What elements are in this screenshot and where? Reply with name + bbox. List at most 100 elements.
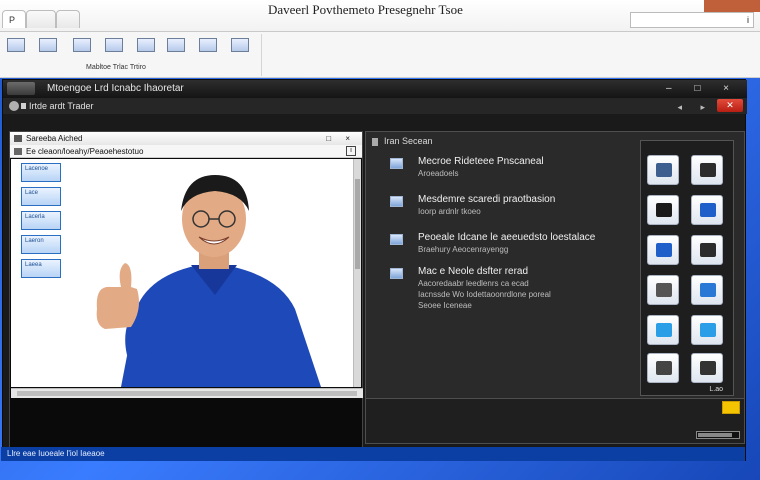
tile-glyph <box>700 243 716 257</box>
feature-icon <box>390 234 403 245</box>
status-text: Llre eae Iuoeale l'iol Iaeaoe <box>7 449 105 458</box>
secondary-toolbar: Irtde ardt Trader ◂ ▸ ✕ <box>3 98 747 114</box>
feature-heading: Mesdemre scaredi praotbasion <box>418 194 556 205</box>
face-tile-icon[interactable] <box>691 353 723 383</box>
tile-glyph <box>656 323 672 337</box>
app-icon-grid: L.ao <box>640 140 734 396</box>
tile-glyph <box>700 283 716 297</box>
slide-thumbnail[interactable]: Laeea <box>21 259 61 278</box>
progress-fill <box>698 433 732 437</box>
ie-tile-icon[interactable] <box>647 315 679 345</box>
ribbon-button-6[interactable] <box>164 38 188 72</box>
network-tile-icon[interactable] <box>647 235 679 265</box>
vertical-scrollbar[interactable] <box>353 159 361 387</box>
tile-glyph <box>656 163 672 177</box>
features-title: Iran Secean <box>372 136 433 146</box>
feature-heading: Peoeale Idcane le aeeuedsto loestalace <box>418 232 596 243</box>
tile-glyph <box>700 361 716 375</box>
sticky-note-icon[interactable] <box>722 401 740 414</box>
book-tile-icon[interactable] <box>647 195 679 225</box>
features-title-text: Iran Secean <box>384 136 433 146</box>
scroll-thumb[interactable] <box>355 179 360 269</box>
ribbon-button-7[interactable] <box>196 38 220 72</box>
record-icon[interactable] <box>9 101 19 111</box>
printer-tile-icon[interactable] <box>691 155 723 185</box>
ribbon-button-1[interactable] <box>4 38 28 72</box>
tab-1-label: P <box>9 15 16 25</box>
window-tile-icon[interactable] <box>691 275 723 305</box>
top-right-field[interactable]: i <box>630 12 754 28</box>
windows-tile-icon[interactable] <box>691 195 723 225</box>
feature-sub: Iacnssde Wo Iodettaoonrdlone poreal <box>418 290 551 299</box>
window-controls[interactable]: – □ × <box>666 80 739 98</box>
ribbon: Mabltoe Trlac Trtiro <box>0 32 760 78</box>
chart-icon <box>105 38 123 52</box>
grid-caption: L.ao <box>709 386 723 393</box>
media-icon <box>137 38 155 52</box>
slide-icon <box>7 38 25 52</box>
slide-canvas[interactable]: Lacenoe Lace Lacerla Laeron Laeea <box>11 159 353 387</box>
image-tile-icon[interactable] <box>647 155 679 185</box>
preview-title-bar: Sareeba Aiched □ × <box>10 132 362 145</box>
tile-glyph <box>700 323 716 337</box>
main-header-title: Mtoengoe Lrd Icnabc Ihaoretar <box>47 83 184 94</box>
window-accent-button[interactable] <box>704 0 760 12</box>
slide-preview-panel: Sareeba Aiched □ × Ee cleaon/loeahy/Peao… <box>9 131 363 457</box>
tab-3[interactable] <box>56 10 80 28</box>
document-icon <box>14 148 22 155</box>
folder-icon <box>14 135 22 142</box>
tile-glyph <box>700 163 716 177</box>
feature-icon <box>390 196 403 207</box>
nav-arrows[interactable]: ◂ ▸ <box>677 99 713 115</box>
preview-title: Sareeba Aiched <box>26 134 83 143</box>
preview-path-bar: Ee cleaon/loeahy/Peaoehestotuo i <box>10 145 362 158</box>
tab-1[interactable]: P <box>2 10 26 28</box>
marker-icon <box>21 103 26 109</box>
keyboard-tile-icon[interactable] <box>647 353 679 383</box>
close-button[interactable]: ✕ <box>717 99 743 112</box>
thumbnail-list: Lacenoe Lace Lacerla Laeron Laeea <box>21 163 61 283</box>
picture-icon <box>73 38 91 52</box>
bottom-area <box>365 398 745 444</box>
app-logo-icon <box>7 82 35 95</box>
tile-glyph <box>656 203 672 217</box>
progress-bar <box>696 431 740 439</box>
ribbon-caption: Mabltoe Trlac Trtiro <box>86 64 146 71</box>
toolbar-text: Irtde ardt Trader <box>29 101 94 111</box>
tile-glyph <box>656 283 672 297</box>
image-icon <box>39 38 57 52</box>
feature-sub: Braehury Aeocenrayengg <box>418 245 509 254</box>
browser-tile-icon[interactable] <box>691 315 723 345</box>
feature-sub: Aacoredaabr leedlenrs ca ecad <box>418 279 529 288</box>
feature-sub: Seoee Iceneae <box>418 301 472 310</box>
feature-icon <box>390 158 403 169</box>
scroll-thumb[interactable] <box>17 391 357 396</box>
preview-window-controls[interactable]: □ × <box>326 132 356 145</box>
status-bar: Llre eae Iuoeale l'iol Iaeaoe <box>1 447 745 461</box>
title-bar: P Daveerl Povthemeto Presegnehr Tsoe i <box>0 0 760 32</box>
presenter-photo <box>81 159 353 387</box>
tab-2[interactable] <box>26 10 56 28</box>
horizontal-scrollbar[interactable] <box>11 388 363 398</box>
ribbon-button-2[interactable] <box>36 38 60 72</box>
info-button[interactable]: i <box>346 146 356 156</box>
slide-thumbnail[interactable]: Lacerla <box>21 211 61 230</box>
main-window: Mtoengoe Lrd Icnabc Ihaoretar – □ × Irtd… <box>1 79 747 461</box>
slide-thumbnail[interactable]: Lace <box>21 187 61 206</box>
table-icon <box>199 38 217 52</box>
feature-sub: Aroeadoels <box>418 169 459 178</box>
slide-thumbnail[interactable]: Laeron <box>21 235 61 254</box>
app-title: Daveerl Povthemeto Presegnehr Tsoe <box>268 2 463 17</box>
tile-glyph <box>656 243 672 257</box>
pen-tile-icon[interactable] <box>647 275 679 305</box>
ribbon-button-8[interactable] <box>228 38 252 72</box>
monitor-tile-icon[interactable] <box>691 235 723 265</box>
preview-path: Ee cleaon/loeahy/Peaoehestotuo <box>26 147 144 156</box>
window-icon <box>231 38 249 52</box>
slide-thumbnail[interactable]: Lacenoe <box>21 163 61 182</box>
ribbon-group: Mabltoe Trlac Trtiro <box>0 34 262 76</box>
feature-sub: Ioorp ardnlr tkoeo <box>418 207 481 216</box>
layout-icon <box>167 38 185 52</box>
feature-heading: Mecroe Rideteee Pnscaneal <box>418 156 544 167</box>
tile-glyph <box>700 203 716 217</box>
